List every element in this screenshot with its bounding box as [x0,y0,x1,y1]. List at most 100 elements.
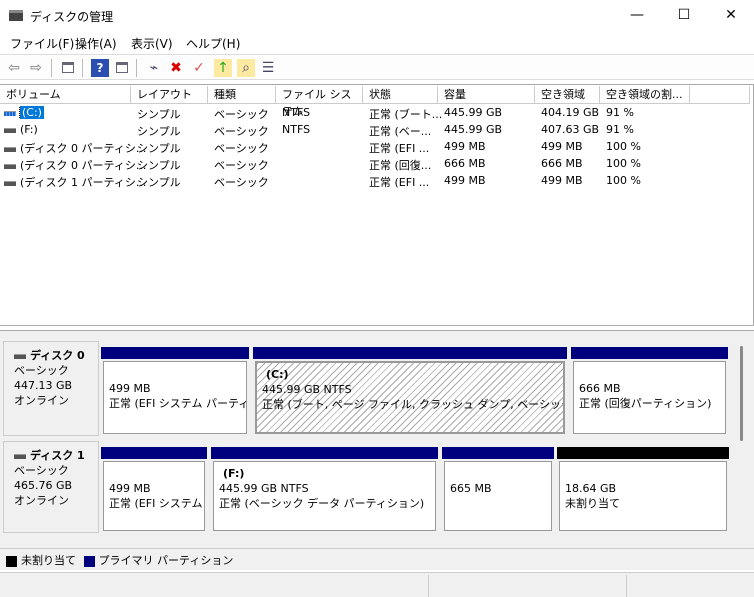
cell-free-space: 404.19 GB [541,106,600,119]
partition[interactable]: 666 MB 正常 (回復パーティション) [571,347,728,436]
menu-view[interactable]: 表示(V) [131,35,173,52]
vertical-scrollbar[interactable] [740,346,743,441]
legend-unallocated: 未割り当て [21,554,76,567]
partition[interactable]: 499 MB 正常 (EFI システム パーティション) [101,347,249,436]
volume-drive-icon [4,146,16,152]
search-folder-icon[interactable]: ⌕ [237,59,255,77]
partition-bar [211,447,438,459]
partition-label [450,466,546,481]
checklist-icon[interactable]: ☰ [259,59,277,77]
disk-icon [14,453,26,459]
cell-type: ベーシック [214,108,269,121]
cell-type: ベーシック [214,142,269,155]
volume-drive-icon [4,180,16,186]
partition-status: 正常 (ブート, ページ ファイル, クラッシュ ダンプ, ベーシック データ … [262,398,563,411]
partition-box: 499 MB 正常 (EFI システム パーティション) [103,361,247,434]
table-row[interactable]: (ディスク 1 パーティシ... シンプル ベーシック 正常 (EFI ... 499 … [0,173,740,190]
partition-box: (C:) 445.99 GB NTFS 正常 (ブート, ページ ファイル, クラッ… [255,361,565,434]
column-header-filesystem[interactable]: ファイル システム [276,86,363,118]
menu-file[interactable]: ファイル(F) [10,35,74,52]
back-arrow-icon[interactable]: ⇦ [5,59,23,77]
cell-filesystem: NTFS [282,106,311,119]
partition-status: 正常 (回復パーティション) [579,397,712,410]
disk-icon [14,353,26,359]
column-header-volume[interactable]: ボリューム [0,86,131,104]
cell-status: 正常 (ブート... [369,108,443,121]
window-title: ディスクの管理 [30,10,114,24]
menu-help[interactable]: ヘルプ(H) [186,35,240,52]
partition-box: 665 MB [444,461,552,531]
cell-filesystem: NTFS [282,123,311,136]
volume-drive-icon [4,110,16,116]
menu-bar: ファイル(F) 操作(A) 表示(V) ヘルプ(H) [0,32,754,54]
disk-graphical-view: ディスク 0 ベーシック 447.13 GB オンライン 499 MB 正常 (EFI シ… [0,330,754,548]
cell-free-space: 666 MB [541,157,583,170]
table-row[interactable]: (C:) シンプル ベーシック NTFS 正常 (ブート... 445.99 GB 404.… [0,105,740,122]
partition-box: (F:) 445.99 GB NTFS 正常 (ベーシック データ パーティション) [213,461,436,531]
maximize-button[interactable]: ☐ [661,0,707,32]
partition-size: 499 MB [109,382,151,395]
partition-label [109,466,199,481]
cell-capacity: 445.99 GB [444,106,503,119]
column-header-layout[interactable]: レイアウト [131,86,208,104]
column-header-free-space[interactable]: 空き領域 [535,86,600,104]
cell-percent-free: 100 % [606,157,641,170]
connect-disk-icon[interactable]: ⌁ [145,59,163,77]
minimize-button[interactable]: — [614,0,660,32]
column-header-capacity[interactable]: 容量 [438,86,535,104]
partition-status: 正常 (EFI システム パーティション) [109,397,247,410]
help-icon[interactable]: ? [91,59,109,77]
volume-name: (F:) [20,123,38,136]
column-header-type[interactable]: 種類 [208,86,276,104]
volume-name: (ディスク 0 パーティシ... [20,142,147,155]
partition-size: 18.64 GB [565,482,617,495]
forward-arrow-icon[interactable]: ⇨ [27,59,45,77]
disk-management-icon [9,10,23,21]
cell-layout: シンプル [137,159,181,172]
column-header-percent-free[interactable]: 空き領域の割... [600,86,690,104]
partition-box: 666 MB 正常 (回復パーティション) [573,361,726,434]
delete-icon[interactable]: ✖ [167,59,185,77]
partition-bar [101,347,249,359]
cell-percent-free: 91 % [606,123,634,136]
cell-layout: シンプル [137,142,181,155]
partition[interactable]: (F:) 445.99 GB NTFS 正常 (ベーシック データ パーティション) [211,447,438,533]
folder-up-icon[interactable]: ↑ [214,59,232,77]
cell-volume: (C:) [4,106,44,119]
partition[interactable]: 499 MB 正常 (EFI システム パーティション) [101,447,207,533]
partition-bar [442,447,554,459]
partition-size: 499 MB [109,482,151,495]
table-row[interactable]: (ディスク 0 パーティシ... シンプル ベーシック 正常 (EFI ... 499 … [0,139,740,156]
cell-free-space: 499 MB [541,174,583,187]
status-bar [0,572,754,597]
cell-layout: シンプル [137,108,181,121]
table-row[interactable]: (F:) シンプル ベーシック NTFS 正常 (ベー... 445.99 GB 407.6… [0,122,740,139]
disk-size: 447.13 GB [14,379,73,392]
partition[interactable]: 665 MB [442,447,554,533]
table-row[interactable]: (ディスク 0 パーティシ... シンプル ベーシック 正常 (回復... 666 MB… [0,156,740,173]
disk-1-info[interactable]: ディスク 1 ベーシック 465.76 GB オンライン [3,441,99,533]
action-pane-icon[interactable] [113,59,131,77]
partition[interactable]: 18.64 GB 未割り当て [557,447,729,533]
menu-action[interactable]: 操作(A) [75,35,117,52]
volume-drive-icon [4,127,16,133]
cell-status: 正常 (回復... [369,159,432,172]
partition-label: (C:) [266,368,289,381]
disk-type: ベーシック [14,464,69,477]
show-hide-console-tree-icon[interactable] [59,59,77,77]
disk-0-info[interactable]: ディスク 0 ベーシック 447.13 GB オンライン [3,341,99,436]
partition-bar [253,347,567,359]
partition[interactable]: (C:) 445.99 GB NTFS 正常 (ブート, ページ ファイル, クラッ… [253,347,567,436]
cell-capacity: 499 MB [444,140,486,153]
volume-list: ボリューム レイアウト 種類 ファイル システム 状態 容量 空き領域 空き領域… [0,84,754,326]
partition-status: 未割り当て [565,497,620,510]
column-header-status[interactable]: 状態 [363,86,438,104]
disk-status: オンライン [14,394,69,407]
cell-percent-free: 91 % [606,106,634,119]
partition-label [579,366,720,381]
volume-drive-icon [4,163,16,169]
partition-label [565,466,721,481]
close-button[interactable]: ✕ [708,0,754,32]
properties-check-icon[interactable]: ✓ [190,59,208,77]
legend-primary: プライマリ パーティション [98,554,234,567]
